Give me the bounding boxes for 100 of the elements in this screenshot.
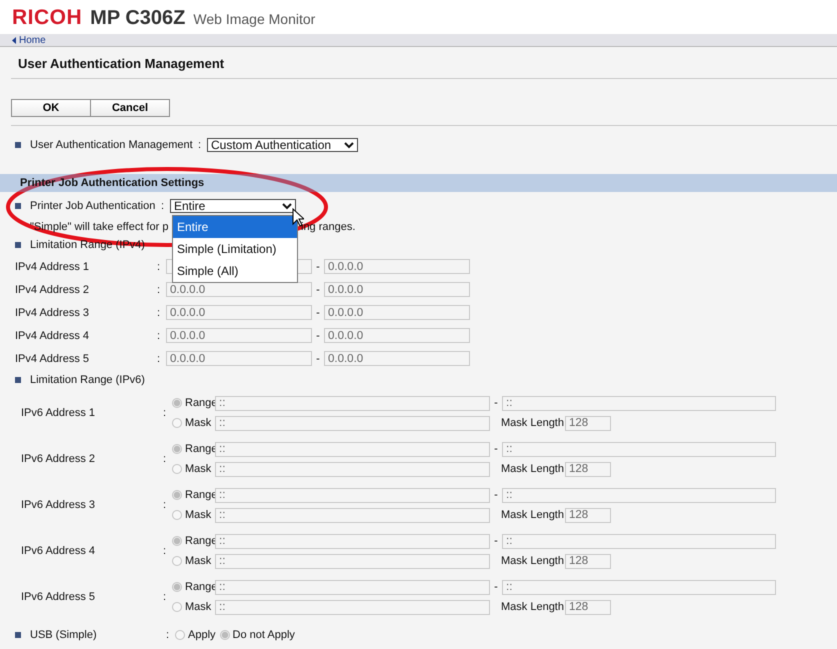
mask-field[interactable]: :: bbox=[215, 508, 490, 522]
address-label: IPv6 Address 1 bbox=[21, 407, 96, 419]
address-from-field[interactable]: 0.0.0.0 bbox=[166, 305, 312, 320]
range-to-field[interactable]: :: bbox=[502, 488, 776, 502]
colon: : bbox=[198, 139, 202, 151]
radio-button[interactable] bbox=[172, 582, 182, 592]
mask-length-field[interactable]: 128 bbox=[565, 554, 611, 568]
radio-button[interactable] bbox=[172, 556, 182, 566]
address-label: IPv6 Address 3 bbox=[21, 499, 96, 511]
colon: : bbox=[163, 499, 168, 511]
model-name: MP C306Z bbox=[90, 7, 186, 30]
range-from-field[interactable]: :: bbox=[215, 396, 490, 410]
address-to-field[interactable]: 0.0.0.0 bbox=[324, 282, 470, 297]
range-to-field[interactable]: :: bbox=[502, 396, 776, 410]
dash: - bbox=[493, 443, 499, 455]
address-label: IPv4 Address 3 bbox=[15, 306, 90, 318]
dash: - bbox=[493, 581, 499, 593]
address-label: IPv6 Address 5 bbox=[21, 591, 96, 603]
mask-length-field[interactable]: 128 bbox=[565, 600, 611, 614]
range-from-field[interactable]: :: bbox=[215, 580, 490, 594]
radio-label: Mask bbox=[185, 555, 212, 567]
colon: : bbox=[163, 453, 168, 465]
printer-job-dropdown[interactable]: Entire bbox=[170, 199, 296, 213]
authentication-dropdown[interactable]: Custom Authentication bbox=[207, 138, 358, 152]
mask-field[interactable]: :: bbox=[215, 600, 490, 614]
dash: - bbox=[315, 260, 321, 272]
colon: : bbox=[163, 591, 168, 603]
radio-button[interactable] bbox=[172, 444, 182, 454]
home-link[interactable]: Home bbox=[19, 34, 46, 46]
radio-label: Mask bbox=[185, 463, 212, 475]
address-to-field[interactable]: 0.0.0.0 bbox=[324, 305, 470, 320]
range-to-field[interactable]: :: bbox=[502, 580, 776, 594]
mask-field[interactable]: :: bbox=[215, 416, 490, 430]
mask-length-label: Mask Length bbox=[501, 509, 565, 521]
radio-button[interactable] bbox=[172, 490, 182, 500]
range-to-field[interactable]: :: bbox=[502, 534, 776, 548]
radio-button[interactable] bbox=[172, 536, 182, 546]
ok-button[interactable]: OK bbox=[11, 99, 91, 117]
bullet-icon bbox=[15, 142, 21, 148]
radio-label: Do not Apply bbox=[232, 629, 295, 641]
mask-length-field[interactable]: 128 bbox=[565, 462, 611, 476]
address-from-field[interactable]: 0.0.0.0 bbox=[166, 351, 312, 366]
mask-length-label: Mask Length bbox=[501, 601, 565, 613]
radio-button[interactable] bbox=[172, 464, 182, 474]
address-label: IPv4 Address 4 bbox=[15, 330, 90, 342]
colon: : bbox=[157, 352, 162, 364]
bullet-icon bbox=[15, 632, 21, 638]
dropdown-option[interactable]: Entire bbox=[173, 216, 297, 238]
radio-label: Apply bbox=[188, 629, 216, 641]
bullet-icon bbox=[15, 242, 21, 248]
product-name: Web Image Monitor bbox=[193, 11, 316, 27]
mask-field[interactable]: :: bbox=[215, 554, 490, 568]
dash: - bbox=[315, 306, 321, 318]
address-label: IPv4 Address 1 bbox=[15, 260, 90, 272]
radio-label: Mask bbox=[185, 509, 212, 521]
radio-button[interactable] bbox=[175, 630, 185, 640]
address-label: IPv6 Address 4 bbox=[21, 545, 96, 557]
address-to-field[interactable]: 0.0.0.0 bbox=[324, 328, 470, 343]
mask-length-label: Mask Length bbox=[501, 555, 565, 567]
colon: : bbox=[166, 629, 170, 641]
cancel-button[interactable]: Cancel bbox=[90, 99, 170, 117]
brand-logo: RICOH bbox=[12, 6, 82, 30]
dash: - bbox=[493, 535, 499, 547]
address-to-field[interactable]: 0.0.0.0 bbox=[324, 351, 470, 366]
range-to-field[interactable]: :: bbox=[502, 442, 776, 456]
colon: : bbox=[163, 545, 168, 557]
radio-button[interactable] bbox=[172, 510, 182, 520]
range-from-field[interactable]: :: bbox=[215, 534, 490, 548]
mask-length-field[interactable]: 128 bbox=[565, 416, 611, 430]
bullet-icon bbox=[15, 377, 21, 383]
address-from-field[interactable]: 0.0.0.0 bbox=[166, 328, 312, 343]
address-label: IPv4 Address 2 bbox=[15, 284, 90, 296]
address-label: IPv6 Address 2 bbox=[21, 453, 96, 465]
colon: : bbox=[157, 260, 162, 272]
dash: - bbox=[493, 397, 499, 409]
dash: - bbox=[315, 330, 321, 342]
back-arrow-icon bbox=[12, 36, 16, 44]
bullet-icon bbox=[15, 203, 21, 209]
colon: : bbox=[161, 200, 166, 212]
dash: - bbox=[315, 352, 321, 364]
radio-button[interactable] bbox=[172, 418, 182, 428]
mask-length-field[interactable]: 128 bbox=[565, 508, 611, 522]
mask-length-label: Mask Length bbox=[501, 463, 565, 475]
page-title: User Authentication Management bbox=[11, 47, 837, 79]
address-label: IPv4 Address 5 bbox=[15, 352, 90, 364]
range-from-field[interactable]: :: bbox=[215, 488, 490, 502]
chevron-down-icon bbox=[344, 142, 354, 148]
chevron-down-icon bbox=[282, 202, 292, 210]
colon: : bbox=[157, 284, 162, 296]
radio-label: Mask bbox=[185, 601, 212, 613]
mask-field[interactable]: :: bbox=[215, 462, 490, 476]
radio-button[interactable] bbox=[172, 602, 182, 612]
colon: : bbox=[163, 407, 168, 419]
address-to-field[interactable]: 0.0.0.0 bbox=[324, 259, 470, 274]
radio-button[interactable] bbox=[172, 398, 182, 408]
address-from-field[interactable]: 0.0.0.0 bbox=[166, 282, 312, 297]
range-from-field[interactable]: :: bbox=[215, 442, 490, 456]
field-label: Printer Job Authentication bbox=[30, 200, 156, 212]
colon: : bbox=[157, 306, 162, 318]
radio-button[interactable] bbox=[220, 630, 230, 640]
